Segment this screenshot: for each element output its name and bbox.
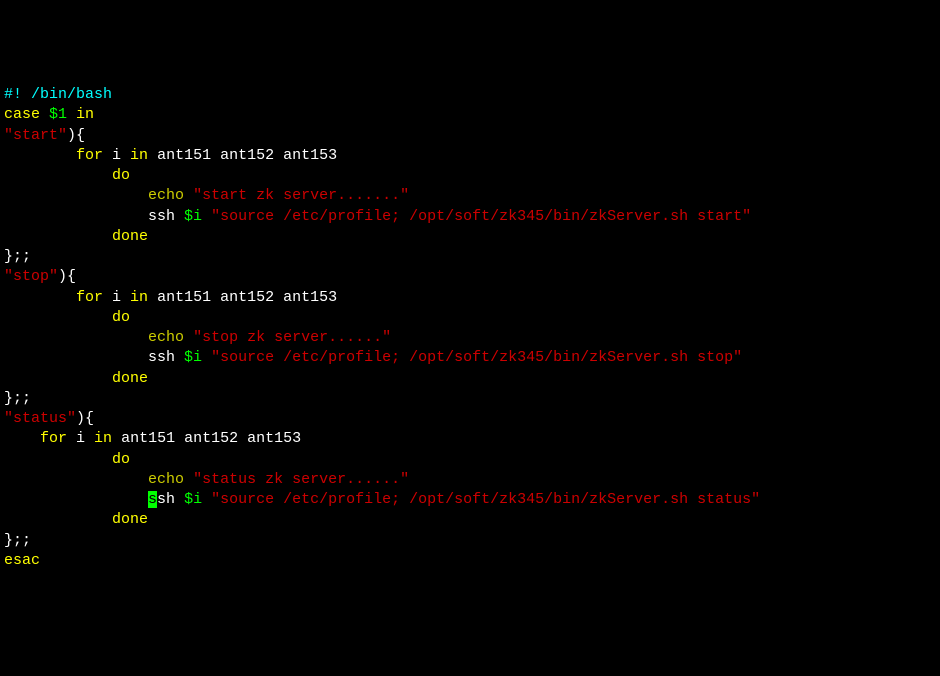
code-line: };;: [4, 389, 936, 409]
code-editor[interactable]: #! /bin/bashcase $1 in"start"){ for i in…: [4, 85, 936, 571]
string: "stop zk server......": [193, 329, 391, 346]
string: "source /etc/profile; /opt/soft/zk345/bi…: [211, 491, 760, 508]
keyword-done: done: [112, 370, 148, 387]
keyword-do: do: [112, 167, 130, 184]
keyword-for: for: [76, 147, 103, 164]
cursor: s: [148, 491, 157, 508]
code-line: "status"){: [4, 409, 936, 429]
indent: [4, 228, 112, 245]
code-line: for i in ant151 ant152 ant153: [4, 146, 936, 166]
code-line: echo "status zk server......": [4, 470, 936, 490]
string: "stop": [4, 268, 58, 285]
space: [202, 491, 211, 508]
keyword-for: for: [76, 289, 103, 306]
code-line: case $1 in: [4, 105, 936, 125]
text: sh: [157, 491, 184, 508]
code-line: echo "start zk server.......": [4, 186, 936, 206]
code-line: done: [4, 369, 936, 389]
shebang: #! /bin/bash: [4, 86, 112, 103]
indent: [4, 511, 112, 528]
indent: [4, 167, 112, 184]
code-line: ssh $i "source /etc/profile; /opt/soft/z…: [4, 348, 936, 368]
code-line: "start"){: [4, 126, 936, 146]
text: ssh: [4, 208, 184, 225]
code-line: #! /bin/bash: [4, 85, 936, 105]
indent: [4, 430, 40, 447]
code-line: done: [4, 227, 936, 247]
code-line: "stop"){: [4, 267, 936, 287]
brace: ){: [58, 268, 76, 285]
brace: };;: [4, 532, 31, 549]
builtin-echo: echo: [148, 329, 184, 346]
keyword-done: done: [112, 228, 148, 245]
code-line: for i in ant151 ant152 ant153: [4, 288, 936, 308]
brace: ){: [76, 410, 94, 427]
indent: [4, 329, 148, 346]
keyword-case: case: [4, 106, 40, 123]
brace: };;: [4, 248, 31, 265]
keyword-in: in: [130, 289, 148, 306]
code-line: ssh $i "source /etc/profile; /opt/soft/z…: [4, 490, 936, 510]
text: i: [67, 430, 94, 447]
space: [202, 208, 211, 225]
string: "start zk server.......": [193, 187, 409, 204]
space: [202, 349, 211, 366]
indent: [4, 491, 148, 508]
text: i: [103, 289, 130, 306]
keyword-do: do: [112, 309, 130, 326]
keyword-do: do: [112, 451, 130, 468]
brace: ){: [67, 127, 85, 144]
builtin-echo: echo: [148, 187, 184, 204]
builtin-echo: echo: [148, 471, 184, 488]
string: "source /etc/profile; /opt/soft/zk345/bi…: [211, 349, 742, 366]
code-line: done: [4, 510, 936, 530]
brace: };;: [4, 390, 31, 407]
keyword-done: done: [112, 511, 148, 528]
indent: [4, 289, 76, 306]
string: "status": [4, 410, 76, 427]
code-line: };;: [4, 531, 936, 551]
space: [184, 329, 193, 346]
indent: [4, 147, 76, 164]
variable: $1: [40, 106, 76, 123]
code-line: echo "stop zk server......": [4, 328, 936, 348]
indent: [4, 471, 148, 488]
code-line: do: [4, 450, 936, 470]
space: [184, 187, 193, 204]
text: ssh: [4, 349, 184, 366]
string: "status zk server......": [193, 471, 409, 488]
code-line: do: [4, 166, 936, 186]
text: ant151 ant152 ant153: [148, 289, 337, 306]
space: [184, 471, 193, 488]
indent: [4, 187, 148, 204]
code-line: esac: [4, 551, 936, 571]
keyword-in: in: [76, 106, 94, 123]
string: "source /etc/profile; /opt/soft/zk345/bi…: [211, 208, 751, 225]
keyword-in: in: [130, 147, 148, 164]
indent: [4, 370, 112, 387]
variable: $i: [184, 208, 202, 225]
code-line: do: [4, 308, 936, 328]
variable: $i: [184, 349, 202, 366]
code-line: };;: [4, 247, 936, 267]
indent: [4, 309, 112, 326]
code-line: for i in ant151 ant152 ant153: [4, 429, 936, 449]
text: ant151 ant152 ant153: [112, 430, 301, 447]
keyword-for: for: [40, 430, 67, 447]
keyword-in: in: [94, 430, 112, 447]
text: i: [103, 147, 130, 164]
code-line: ssh $i "source /etc/profile; /opt/soft/z…: [4, 207, 936, 227]
indent: [4, 451, 112, 468]
string: "start": [4, 127, 67, 144]
variable: $i: [184, 491, 202, 508]
text: ant151 ant152 ant153: [148, 147, 337, 164]
keyword-esac: esac: [4, 552, 40, 569]
